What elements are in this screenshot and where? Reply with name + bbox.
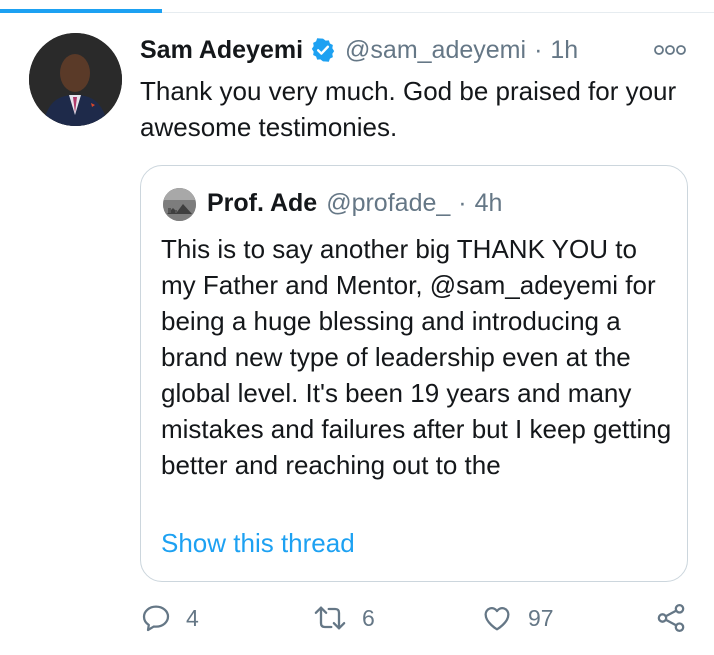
display-name[interactable]: Sam Adeyemi bbox=[140, 36, 303, 65]
quoted-user-handle[interactable]: @profade_ bbox=[326, 189, 450, 218]
quoted-tweet-text: This is to say another big THANK YOU to … bbox=[161, 234, 672, 480]
separator-dot: · bbox=[534, 35, 543, 64]
quoted-avatar[interactable] bbox=[163, 188, 196, 221]
profile-photo-icon bbox=[29, 33, 122, 126]
retweet-icon bbox=[314, 606, 346, 630]
verified-badge-icon bbox=[310, 37, 336, 63]
tweet-page: Sam Adeyemi @sam_adeyemi · 1h Thank you … bbox=[0, 0, 714, 655]
quoted-tweet-header: Prof. Ade @profade_ · 4h bbox=[207, 186, 502, 220]
share-icon bbox=[657, 603, 685, 633]
tweet-actions: 4 6 97 bbox=[140, 600, 700, 636]
retweet-count: 6 bbox=[362, 604, 375, 631]
quoted-timestamp[interactable]: 4h bbox=[475, 189, 503, 218]
show-thread-link[interactable]: Show this thread bbox=[161, 528, 355, 559]
like-button[interactable]: 97 bbox=[480, 600, 554, 636]
user-handle[interactable]: @sam_adeyemi bbox=[345, 36, 526, 65]
quoted-profile-photo-icon bbox=[163, 188, 196, 221]
avatar[interactable] bbox=[29, 33, 122, 126]
reply-icon bbox=[142, 605, 170, 632]
quoted-tweet-card[interactable]: Prof. Ade @profade_ · 4h This is to say … bbox=[140, 165, 688, 582]
reply-count: 4 bbox=[186, 604, 199, 631]
timestamp[interactable]: 1h bbox=[550, 36, 578, 65]
share-button[interactable] bbox=[654, 600, 688, 636]
active-tab-underline bbox=[0, 9, 162, 13]
more-options-icon[interactable] bbox=[650, 38, 690, 62]
quoted-separator-dot: · bbox=[458, 188, 467, 217]
tweet-header: Sam Adeyemi @sam_adeyemi · 1h bbox=[140, 33, 578, 67]
retweet-button[interactable]: 6 bbox=[312, 600, 375, 636]
quoted-display-name[interactable]: Prof. Ade bbox=[207, 189, 317, 218]
tab-indicator bbox=[0, 0, 714, 14]
like-count: 97 bbox=[528, 604, 554, 631]
tweet-text: Thank you very much. God be praised for … bbox=[140, 76, 677, 142]
heart-icon bbox=[484, 607, 510, 631]
reply-button[interactable]: 4 bbox=[140, 600, 199, 636]
